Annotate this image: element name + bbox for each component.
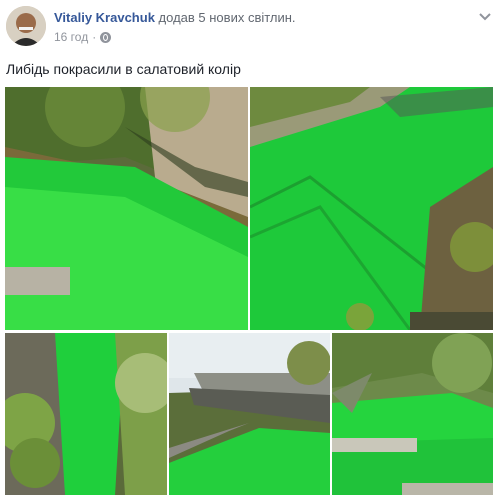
post-action-text: додав 5 нових світлин. [158, 10, 296, 25]
globe-icon[interactable] [100, 31, 112, 43]
post-meta: 16 год · [54, 30, 112, 44]
chevron-down-icon[interactable] [476, 10, 494, 24]
post-caption: Либідь покрасили в салатовий колір [6, 61, 241, 77]
photo-3[interactable] [5, 333, 167, 495]
photo-4[interactable] [169, 333, 330, 495]
author-name[interactable]: Vitaliy Kravchuk [54, 10, 155, 25]
photo-2[interactable] [250, 87, 493, 330]
photo-5[interactable] [332, 333, 493, 495]
meta-separator: · [92, 30, 97, 44]
avatar[interactable] [6, 6, 46, 46]
post-header: Vitaliy Kravchuk додав 5 нових світлин. … [6, 6, 496, 50]
post-title-line: Vitaliy Kravchuk додав 5 нових світлин. [54, 10, 296, 26]
post-timestamp[interactable]: 16 год [54, 30, 88, 44]
photo-1[interactable] [5, 87, 248, 330]
